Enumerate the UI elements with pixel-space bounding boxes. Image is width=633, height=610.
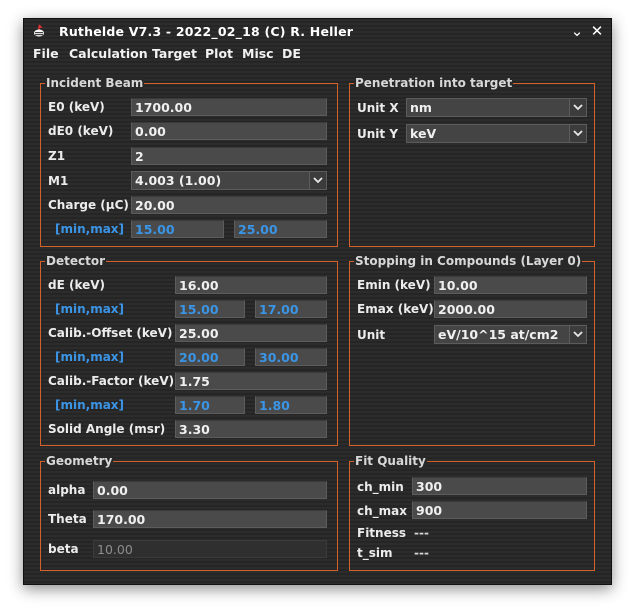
menu-target[interactable]: Target (152, 46, 197, 61)
incident-beam-panel: Incident Beam E0 (keV) 1700.00 dE0 (keV)… (40, 76, 338, 247)
detector-legend: Detector (45, 254, 106, 268)
emin-label: Emin (keV) (357, 278, 431, 292)
calib-offset-field[interactable]: 25.00 (175, 324, 327, 342)
alpha-label: alpha (48, 483, 86, 497)
t-sim-label: t_sim (357, 546, 393, 560)
unit-y-value: keV (410, 126, 437, 141)
factor-max-field[interactable]: 1.80 (255, 396, 327, 414)
menu-file[interactable]: File (33, 46, 59, 61)
geometry-legend: Geometry (45, 454, 114, 468)
calib-factor-label: Calib.-Factor (keV) (48, 374, 175, 388)
charge-label: Charge (µC) (48, 198, 129, 212)
factor-min-field[interactable]: 1.70 (175, 396, 245, 414)
de-label: dE (keV) (48, 278, 106, 292)
fit-quality-legend: Fit Quality (354, 454, 427, 468)
window-title: Ruthelde V7.3 - 2022_02_18 (C) R. Heller (59, 24, 354, 39)
penetration-panel: Penetration into target Unit X nm Unit Y… (349, 76, 595, 247)
charge-min-field[interactable]: 15.00 (131, 220, 224, 238)
incident-beam-legend: Incident Beam (45, 76, 145, 90)
charge-field[interactable]: 20.00 (131, 196, 327, 214)
theta-label: Theta (48, 512, 87, 526)
emax-label: Emax (keV) (357, 302, 434, 316)
menu-calculation[interactable]: Calculation (69, 46, 148, 61)
e0-label: E0 (keV) (48, 100, 105, 114)
calib-factor-field[interactable]: 1.75 (175, 372, 327, 390)
unit-x-select[interactable]: nm (406, 98, 587, 117)
stopping-unit-value: eV/10^15 at/cm2 (438, 327, 559, 342)
geometry-panel: Geometry alpha 0.00 Theta 170.00 beta 10… (40, 454, 338, 571)
z1-field[interactable]: 2 (131, 147, 327, 165)
charge-minmax-label: [min,max] (55, 222, 125, 236)
chevron-down-icon[interactable] (569, 125, 586, 142)
unit-y-label: Unit Y (357, 127, 399, 141)
unit-y-select[interactable]: keV (406, 124, 587, 143)
factor-minmax-label: [min,max] (55, 398, 125, 412)
menu-misc[interactable]: Misc (242, 46, 274, 61)
menu-de[interactable]: DE (282, 46, 301, 61)
de0-field[interactable]: 0.00 (131, 122, 327, 140)
e0-field[interactable]: 1700.00 (131, 98, 327, 116)
calib-offset-label: Calib.-Offset (keV) (48, 326, 173, 340)
stopping-legend: Stopping in Compounds (Layer 0) (354, 254, 583, 268)
offset-max-field[interactable]: 30.00 (255, 348, 327, 366)
ch-min-field[interactable]: 300 (412, 477, 587, 495)
m1-select[interactable]: 4.003 (1.00) (131, 171, 327, 190)
offset-min-field[interactable]: 20.00 (175, 348, 245, 366)
de-minmax-label: [min,max] (55, 302, 125, 316)
theta-field[interactable]: 170.00 (93, 510, 327, 528)
stopping-unit-label: Unit (357, 328, 386, 342)
close-button[interactable]: ✕ (588, 22, 606, 40)
title-bar: Ruthelde V7.3 - 2022_02_18 (C) R. Heller… (24, 19, 611, 45)
de-max-field[interactable]: 17.00 (255, 300, 327, 318)
ch-max-label: ch_max (357, 504, 407, 518)
alpha-field[interactable]: 0.00 (93, 481, 327, 499)
app-icon (32, 24, 46, 38)
z1-label: Z1 (48, 149, 66, 163)
offset-minmax-label: [min,max] (55, 350, 125, 364)
chevron-down-icon[interactable] (569, 326, 586, 343)
m1-label: M1 (48, 174, 69, 188)
emin-field[interactable]: 10.00 (434, 276, 587, 294)
ch-min-label: ch_min (357, 480, 404, 494)
fit-quality-panel: Fit Quality ch_min 300 ch_max 900 Fitnes… (349, 454, 595, 571)
chevron-down-icon[interactable] (569, 99, 586, 116)
detector-panel: Detector dE (keV) 16.00 [min,max] 15.00 … (40, 254, 338, 446)
stopping-unit-select[interactable]: eV/10^15 at/cm2 (434, 325, 587, 344)
main-window: Ruthelde V7.3 - 2022_02_18 (C) R. Heller… (23, 18, 612, 585)
fitness-value: --- (414, 526, 429, 540)
menu-plot[interactable]: Plot (205, 46, 233, 61)
unit-x-label: Unit X (357, 101, 399, 115)
de0-label: dE0 (keV) (48, 124, 114, 138)
penetration-legend: Penetration into target (354, 76, 514, 90)
m1-value: 4.003 (1.00) (135, 173, 222, 188)
chevron-down-icon[interactable] (309, 172, 326, 189)
solid-angle-field[interactable]: 3.30 (175, 420, 327, 438)
charge-max-field[interactable]: 25.00 (234, 220, 327, 238)
de-min-field[interactable]: 15.00 (175, 300, 245, 318)
beta-label: beta (48, 542, 79, 556)
de-field[interactable]: 16.00 (175, 276, 327, 294)
ch-max-field[interactable]: 900 (412, 501, 587, 519)
menu-bar: File Calculation Target Plot Misc DE (24, 45, 611, 65)
stopping-panel: Stopping in Compounds (Layer 0) Emin (ke… (349, 254, 595, 446)
minimize-button[interactable]: ⌄ (568, 22, 586, 40)
fitness-label: Fitness (357, 526, 407, 540)
beta-field: 10.00 (93, 540, 327, 558)
t-sim-value: --- (414, 546, 429, 560)
solid-angle-label: Solid Angle (msr) (48, 422, 166, 436)
emax-field[interactable]: 2000.00 (434, 300, 587, 318)
unit-x-value: nm (410, 100, 432, 115)
